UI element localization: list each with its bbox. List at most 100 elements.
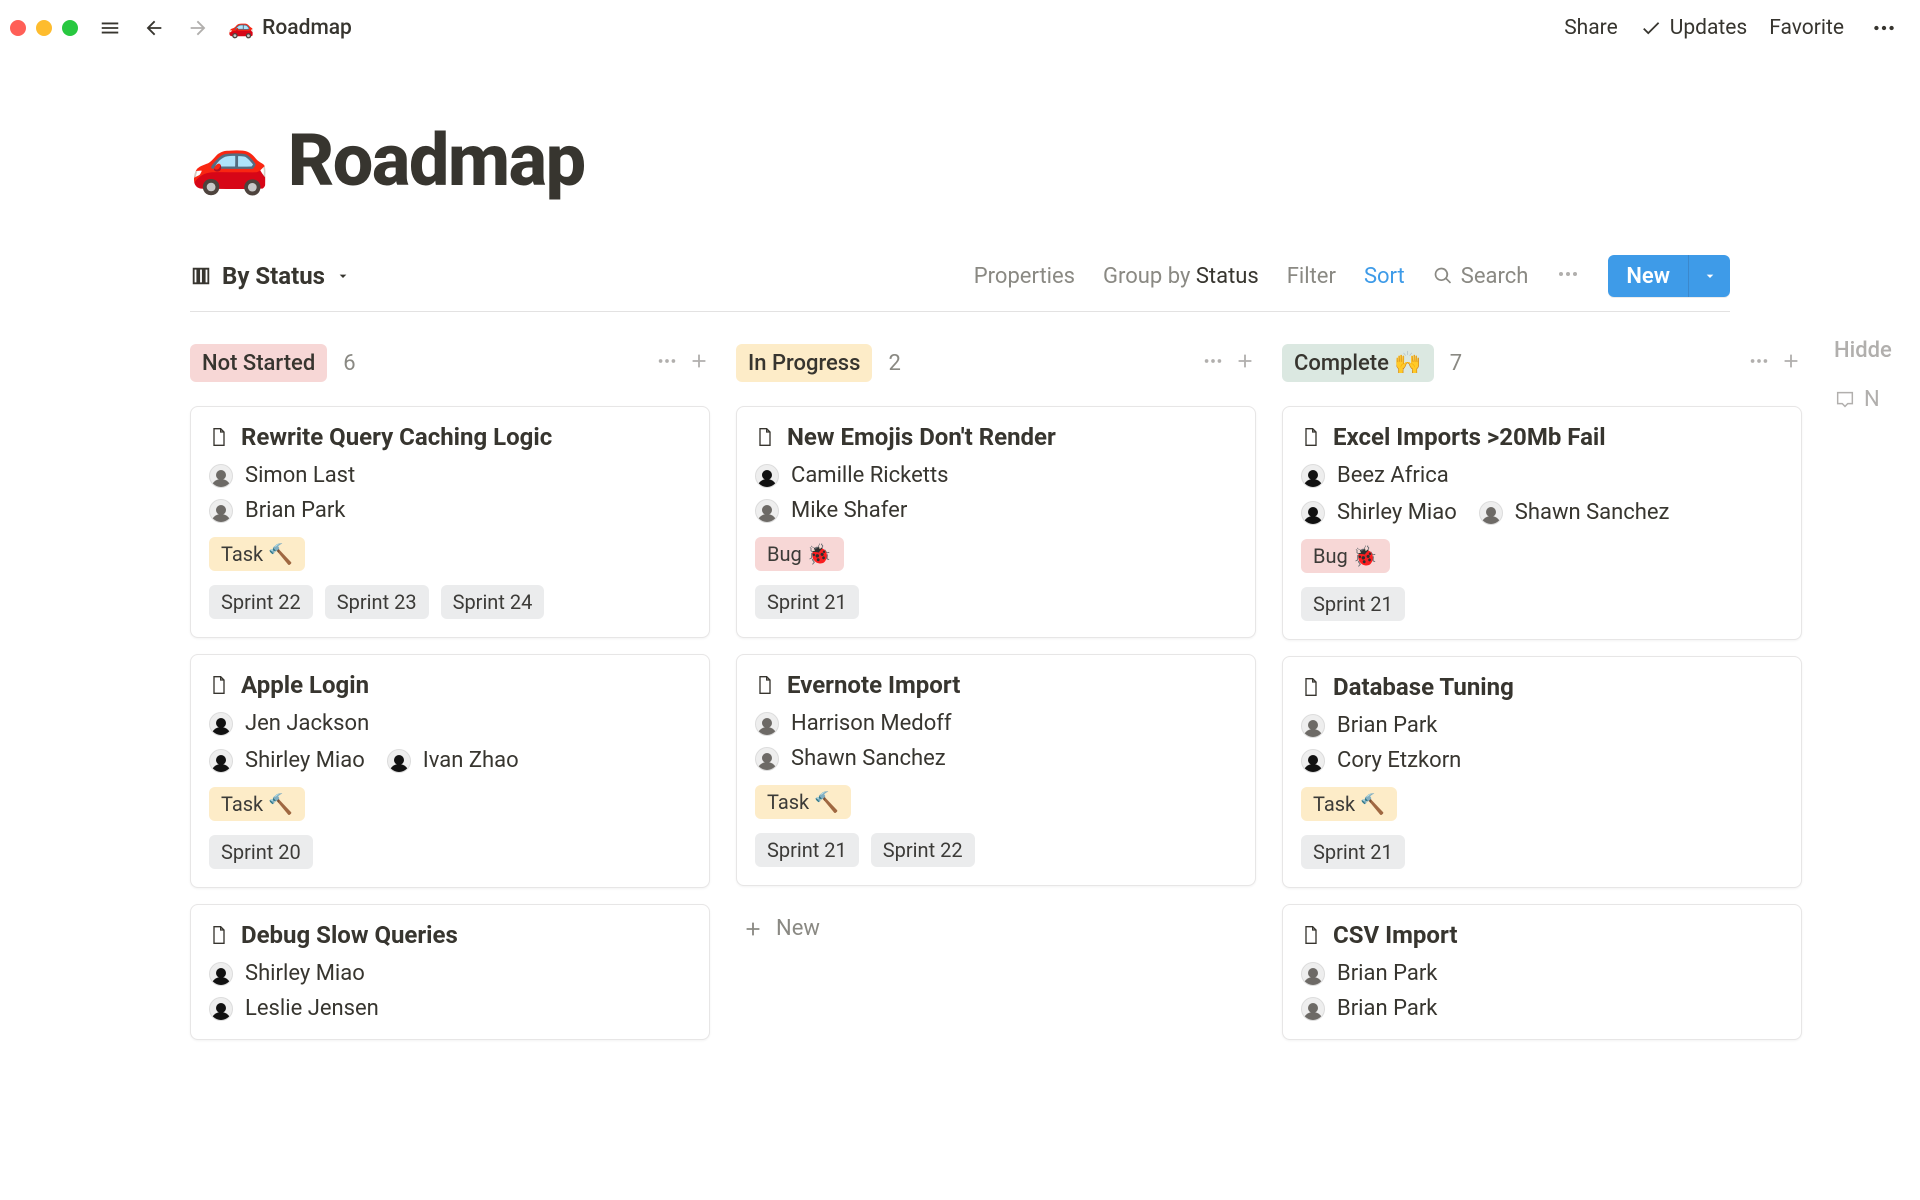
updates-button[interactable]: Updates — [1640, 16, 1748, 40]
card-people: Shirley Miao Leslie Jensen — [209, 961, 691, 1021]
plus-icon — [1780, 350, 1802, 372]
breadcrumb[interactable]: 🚗 Roadmap — [228, 16, 352, 40]
filter-button[interactable]: Filter — [1287, 264, 1336, 289]
menu-toggle-button[interactable] — [92, 10, 128, 46]
person: Shawn Sanchez — [1479, 500, 1670, 525]
column-actions — [1748, 350, 1802, 376]
more-horizontal-icon — [1871, 15, 1897, 41]
avatar-icon — [755, 464, 779, 488]
page-title-block[interactable]: 🚗 Roadmap — [190, 118, 1730, 203]
person: Leslie Jensen — [209, 996, 691, 1021]
person-name: Ivan Zhao — [423, 748, 519, 773]
person-name: Shirley Miao — [245, 961, 365, 986]
board-card[interactable]: Excel Imports >20Mb Fail Beez AfricaShir… — [1282, 406, 1802, 640]
window-minimize-icon[interactable] — [36, 20, 52, 36]
person: Shirley Miao — [1301, 500, 1457, 525]
view-label: By Status — [222, 262, 325, 290]
tag: Sprint 21 — [755, 833, 859, 867]
board-card[interactable]: Apple Login Jen Jackson Shirley Miao Ivan … — [190, 654, 710, 888]
avatar-icon — [209, 499, 233, 523]
column-header: Not Started 6 — [190, 338, 710, 388]
board-card[interactable]: Rewrite Query Caching Logic Simon LastBr… — [190, 406, 710, 638]
page-icon — [1301, 925, 1321, 945]
new-button-group: New — [1608, 255, 1730, 297]
column-count: 7 — [1450, 351, 1462, 376]
properties-button[interactable]: Properties — [974, 264, 1075, 289]
column-count: 6 — [343, 351, 355, 376]
column-status-tag[interactable]: In Progress — [736, 344, 872, 382]
tag: Sprint 21 — [755, 585, 859, 619]
view-switcher[interactable]: By Status — [190, 262, 351, 290]
page-icon — [1301, 677, 1321, 697]
add-card-button[interactable]: New — [736, 902, 1256, 955]
card-type-tags: Task 🔨 — [1301, 787, 1783, 821]
board-card[interactable]: Debug Slow Queries Shirley MiaoLeslie Je… — [190, 904, 710, 1040]
new-button-dropdown[interactable] — [1688, 255, 1730, 297]
card-people: Simon LastBrian Park — [209, 463, 691, 523]
hidden-group-item[interactable]: N — [1834, 387, 1892, 412]
card-people: Camille RickettsMike Shafer — [755, 463, 1237, 523]
column-status-tag[interactable]: Not Started — [190, 344, 327, 382]
nav-forward-button[interactable] — [180, 10, 216, 46]
board-card[interactable]: Evernote Import Harrison MedoffShawn San… — [736, 654, 1256, 886]
sort-button[interactable]: Sort — [1364, 264, 1405, 289]
new-button[interactable]: New — [1608, 255, 1688, 297]
tag: Sprint 21 — [1301, 835, 1405, 869]
column-more-button[interactable] — [1202, 350, 1224, 376]
column-add-button[interactable] — [688, 350, 710, 376]
column-add-button[interactable] — [1780, 350, 1802, 376]
view-more-button[interactable] — [1556, 262, 1580, 290]
view-toolbar: By Status Properties Group by Status Fil… — [190, 255, 1730, 312]
board-column-not_started: Not Started 6 Rewrite Query Caching Logi… — [190, 338, 710, 1040]
avatar-icon — [1301, 714, 1325, 738]
group-by-button[interactable]: Group by Status — [1103, 264, 1259, 289]
tag: Sprint 21 — [1301, 587, 1405, 621]
column-cards: New Emojis Don't Render Camille Ricketts… — [736, 406, 1256, 955]
updates-label: Updates — [1670, 16, 1748, 40]
avatar-icon — [1479, 501, 1503, 525]
column-count: 2 — [888, 351, 900, 376]
person-name: Brian Park — [1337, 996, 1437, 1021]
card-title-row: Database Tuning — [1301, 673, 1783, 701]
new-button-label: New — [1626, 264, 1670, 289]
page-title: Roadmap — [288, 118, 585, 203]
person-name: Shawn Sanchez — [791, 746, 946, 771]
avatar-icon — [1301, 501, 1325, 525]
search-button[interactable]: Search — [1433, 264, 1529, 289]
arrow-right-icon — [187, 17, 209, 39]
breadcrumb-title: Roadmap — [262, 16, 352, 40]
board-card[interactable]: CSV Import Brian ParkBrian Park — [1282, 904, 1802, 1040]
column-more-button[interactable] — [656, 350, 678, 376]
avatar-icon — [1301, 962, 1325, 986]
person-name: Harrison Medoff — [791, 711, 952, 736]
tag: Task 🔨 — [209, 787, 305, 821]
favorite-button[interactable]: Favorite — [1769, 16, 1844, 40]
window-close-icon[interactable] — [10, 20, 26, 36]
hidden-groups-column[interactable]: Hidde N — [1828, 338, 1892, 412]
share-button[interactable]: Share — [1564, 16, 1618, 40]
person-name: Jen Jackson — [245, 711, 369, 736]
board-card[interactable]: Database Tuning Brian ParkCory EtzkornTa… — [1282, 656, 1802, 888]
person: Shirley Miao — [209, 748, 365, 773]
more-button[interactable] — [1866, 10, 1902, 46]
card-title-row: Excel Imports >20Mb Fail — [1301, 423, 1783, 451]
card-title: CSV Import — [1333, 921, 1457, 949]
tag: Sprint 24 — [441, 585, 545, 619]
card-title: New Emojis Don't Render — [787, 423, 1056, 451]
nav-back-button[interactable] — [136, 10, 172, 46]
hamburger-icon — [99, 17, 121, 39]
window-zoom-icon[interactable] — [62, 20, 78, 36]
more-horizontal-icon — [1556, 262, 1580, 286]
board-card[interactable]: New Emojis Don't Render Camille Ricketts… — [736, 406, 1256, 638]
window-controls — [10, 20, 78, 36]
card-title: Apple Login — [241, 671, 369, 699]
person: Shawn Sanchez — [755, 746, 1237, 771]
column-more-button[interactable] — [1748, 350, 1770, 376]
column-status-tag[interactable]: Complete 🙌 — [1282, 344, 1434, 382]
group-by-label: Group by — [1103, 264, 1196, 289]
column-cards: Excel Imports >20Mb Fail Beez AfricaShir… — [1282, 406, 1802, 1040]
tag: Sprint 23 — [325, 585, 429, 619]
tag: Task 🔨 — [755, 785, 851, 819]
column-add-button[interactable] — [1234, 350, 1256, 376]
column-cards: Rewrite Query Caching Logic Simon LastBr… — [190, 406, 710, 1040]
